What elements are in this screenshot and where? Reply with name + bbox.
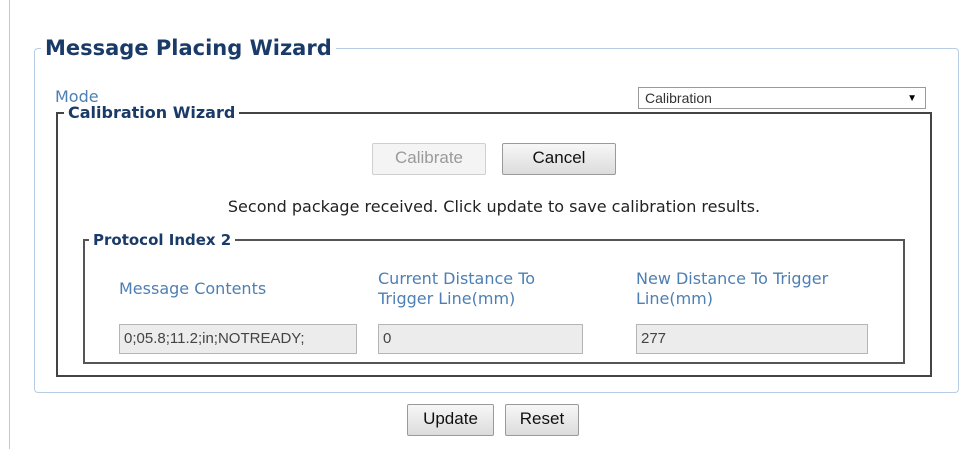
- update-button[interactable]: Update: [407, 404, 494, 436]
- new-distance-field[interactable]: 277: [636, 324, 868, 354]
- new-distance-header: New Distance To Trigger Line(mm): [636, 269, 829, 308]
- message-contents-header: Message Contents: [119, 279, 267, 298]
- message-contents-field[interactable]: 0;05.8;11.2;in;NOTREADY;: [119, 324, 357, 354]
- message-contents-value: 0;05.8;11.2;in;NOTREADY;: [124, 330, 305, 347]
- left-border-line: [9, 0, 10, 449]
- protocol-index-title: Protocol Index 2: [93, 231, 232, 249]
- reset-button[interactable]: Reset: [505, 404, 579, 436]
- current-distance-header: Current Distance To Trigger Line(mm): [378, 269, 536, 308]
- calibration-wizard-panel: Calibration Wizard Calibrate Cancel Seco…: [56, 103, 932, 377]
- status-message: Second package received. Click update to…: [227, 197, 761, 216]
- protocol-index-panel: Protocol Index 2 Message Contents Curren…: [83, 231, 905, 364]
- current-distance-field[interactable]: 0: [378, 324, 583, 354]
- cancel-button[interactable]: Cancel: [502, 143, 616, 175]
- calibrate-button[interactable]: Calibrate: [372, 143, 486, 175]
- calibration-wizard-title: Calibration Wizard: [68, 103, 236, 122]
- wizard-title: Message Placing Wizard: [45, 36, 332, 60]
